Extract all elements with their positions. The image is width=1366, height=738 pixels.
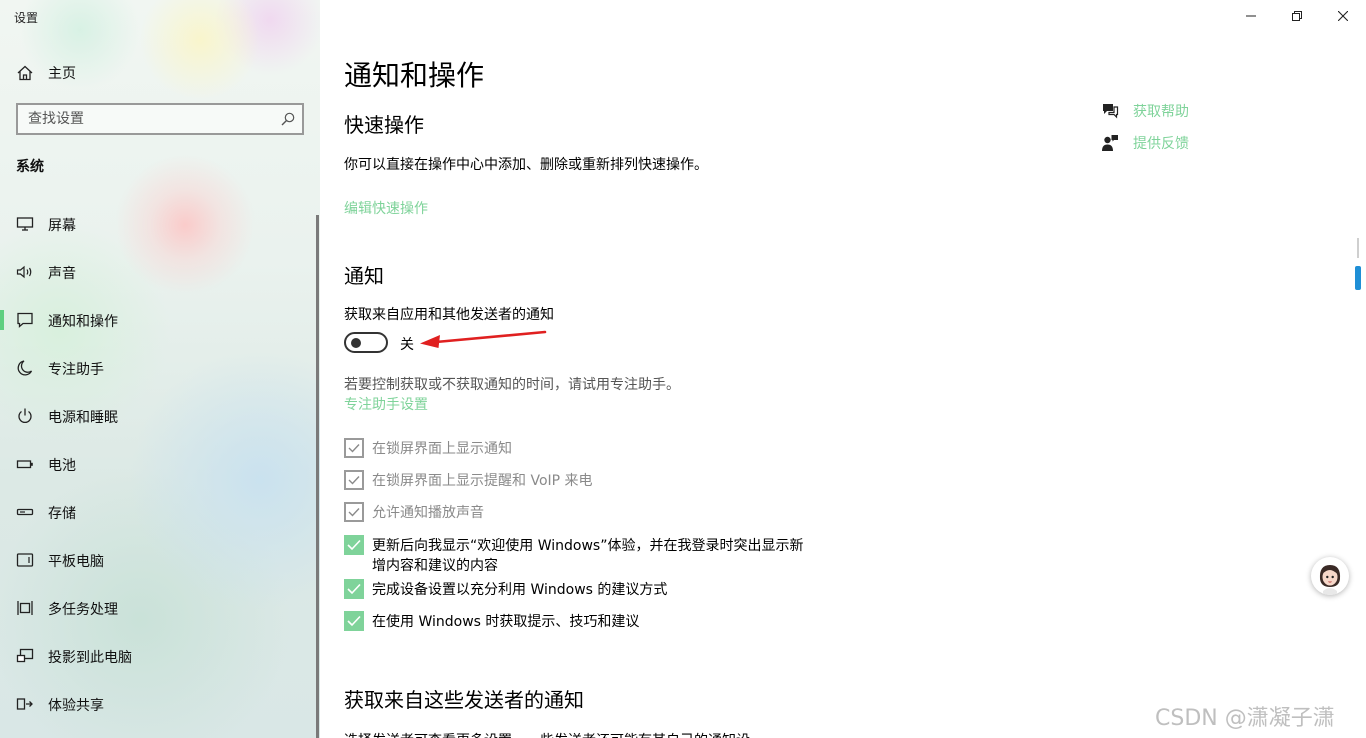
sidebar-item-shared-experiences[interactable]: 体验共享 bbox=[0, 684, 316, 724]
sidebar-item-label: 多任务处理 bbox=[48, 602, 118, 618]
minimize-button[interactable] bbox=[1228, 0, 1274, 32]
notifications-heading: 通知 bbox=[344, 264, 384, 288]
checkbox[interactable] bbox=[344, 502, 364, 522]
sidebar-item-label: 平板电脑 bbox=[48, 554, 104, 570]
checkbox[interactable] bbox=[344, 535, 364, 555]
checkbox[interactable] bbox=[344, 611, 364, 631]
sidebar-item-label: 存储 bbox=[48, 506, 76, 522]
sidebar-item-battery[interactable]: 电池 bbox=[0, 444, 316, 484]
sidebar-section-title: 系统 bbox=[16, 159, 44, 175]
checkbox-label: 允许通知播放声音 bbox=[372, 505, 484, 521]
checkbox-label: 在使用 Windows 时获取提示、技巧和建议 bbox=[372, 614, 640, 630]
floating-avatar[interactable] bbox=[1311, 557, 1349, 595]
checkbox-label: 在锁屏界面上显示提醒和 VoIP 来电 bbox=[372, 473, 593, 489]
sidebar-item-label: 电源和睡眠 bbox=[48, 410, 118, 426]
annotation-arrow bbox=[420, 330, 547, 348]
feedback-link[interactable]: 提供反馈 bbox=[1133, 133, 1189, 153]
get-help-link[interactable]: 获取帮助 bbox=[1133, 101, 1189, 121]
checkbox-label: 更新后向我显示“欢迎使用 Windows”体验，并在我登录时突出显示新增内容和建… bbox=[372, 538, 804, 574]
restore-button[interactable] bbox=[1274, 0, 1320, 32]
edit-quick-actions-link[interactable]: 编辑快速操作 bbox=[344, 198, 428, 218]
home-icon bbox=[17, 65, 33, 81]
avatar-face-icon bbox=[1319, 565, 1341, 595]
toggle-knob bbox=[351, 338, 361, 348]
close-icon bbox=[1338, 11, 1348, 21]
sidebar-item-sound[interactable]: 声音 bbox=[0, 252, 316, 292]
help-chat-icon bbox=[1103, 104, 1119, 119]
sidebar-item-label: 电池 bbox=[48, 458, 76, 474]
quick-actions-description: 你可以直接在操作中心中添加、删除或重新排列快速操作。 bbox=[344, 157, 708, 173]
checkbox[interactable] bbox=[344, 470, 364, 490]
message-icon bbox=[17, 312, 33, 328]
sidebar-item-tablet[interactable]: 平板电脑 bbox=[0, 540, 316, 580]
tablet-icon bbox=[16, 553, 34, 567]
page-title: 通知和操作 bbox=[344, 59, 485, 92]
scrollbar-thumb[interactable] bbox=[1355, 266, 1361, 290]
monitor-icon bbox=[16, 217, 34, 231]
sidebar-item-projecting[interactable]: 投影到此电脑 bbox=[0, 636, 316, 676]
search-icon[interactable] bbox=[281, 112, 295, 126]
minimize-icon bbox=[1246, 15, 1256, 17]
sidebar-item-display[interactable]: 屏幕 bbox=[0, 204, 316, 244]
checkmark-icon bbox=[347, 539, 361, 551]
search-input[interactable] bbox=[18, 105, 268, 133]
search-box bbox=[16, 103, 304, 135]
scrollbar-track bbox=[1357, 238, 1359, 258]
app-title: 设置 bbox=[14, 11, 39, 25]
notifications-toggle[interactable] bbox=[344, 332, 388, 353]
sidebar-item-label: 专注助手 bbox=[48, 362, 104, 378]
checkbox-label: 在锁屏界面上显示通知 bbox=[372, 441, 512, 457]
sidebar-item-notifications[interactable]: 通知和操作 bbox=[0, 300, 316, 340]
multitask-icon bbox=[17, 601, 33, 615]
sidebar-item-power-sleep[interactable]: 电源和睡眠 bbox=[0, 396, 316, 436]
senders-description: 选择发送者可查看更多设置。一些发送者还可能有其自己的通知设 bbox=[344, 730, 750, 738]
power-icon bbox=[18, 408, 32, 423]
sidebar-item-label: 体验共享 bbox=[48, 698, 104, 714]
checkbox-label: 完成设备设置以充分利用 Windows 的建议方式 bbox=[372, 582, 668, 598]
checkmark-icon bbox=[347, 583, 361, 595]
checkbox[interactable] bbox=[344, 579, 364, 599]
main-scrollbar[interactable] bbox=[1355, 238, 1361, 290]
speaker-icon bbox=[16, 265, 32, 279]
watermark: CSDN @潇凝子潇 bbox=[1155, 706, 1335, 731]
checkmark-icon bbox=[348, 476, 360, 485]
checkmark-icon bbox=[348, 508, 360, 517]
quick-actions-heading: 快速操作 bbox=[344, 113, 424, 137]
sidebar-item-label: 主页 bbox=[48, 66, 76, 82]
focus-assist-hint: 若要控制获取或不获取通知的时间，请试用专注助手。 bbox=[344, 377, 680, 393]
sidebar-item-home[interactable]: 主页 bbox=[0, 58, 320, 88]
sidebar-item-multitasking[interactable]: 多任务处理 bbox=[0, 588, 316, 628]
sidebar-item-storage[interactable]: 存储 bbox=[0, 492, 316, 532]
close-button[interactable] bbox=[1320, 0, 1366, 32]
sidebar: 设置 主页 系统 屏幕 声音 通知和操作 bbox=[0, 0, 320, 738]
sidebar-item-label: 声音 bbox=[48, 266, 76, 282]
sidebar-item-label: 通知和操作 bbox=[48, 314, 118, 330]
checkmark-icon bbox=[348, 444, 360, 453]
checkmark-icon bbox=[347, 615, 361, 627]
notifications-toggle-label: 获取来自应用和其他发送者的通知 bbox=[344, 307, 554, 323]
storage-icon bbox=[16, 508, 34, 516]
battery-icon bbox=[16, 460, 33, 469]
sidebar-item-label: 屏幕 bbox=[48, 218, 76, 234]
share-icon bbox=[16, 698, 33, 710]
sidebar-scrollbar[interactable] bbox=[316, 215, 319, 738]
sidebar-item-focus-assist[interactable]: 专注助手 bbox=[0, 348, 316, 388]
project-icon bbox=[16, 648, 34, 663]
feedback-person-icon bbox=[1102, 135, 1118, 151]
restore-icon bbox=[1292, 11, 1302, 21]
focus-assist-settings-link[interactable]: 专注助手设置 bbox=[344, 394, 428, 414]
moon-icon bbox=[17, 360, 33, 376]
checkbox[interactable] bbox=[344, 438, 364, 458]
senders-heading: 获取来自这些发送者的通知 bbox=[344, 688, 584, 712]
sidebar-item-label: 投影到此电脑 bbox=[48, 650, 132, 666]
toggle-state-label: 关 bbox=[400, 337, 414, 353]
